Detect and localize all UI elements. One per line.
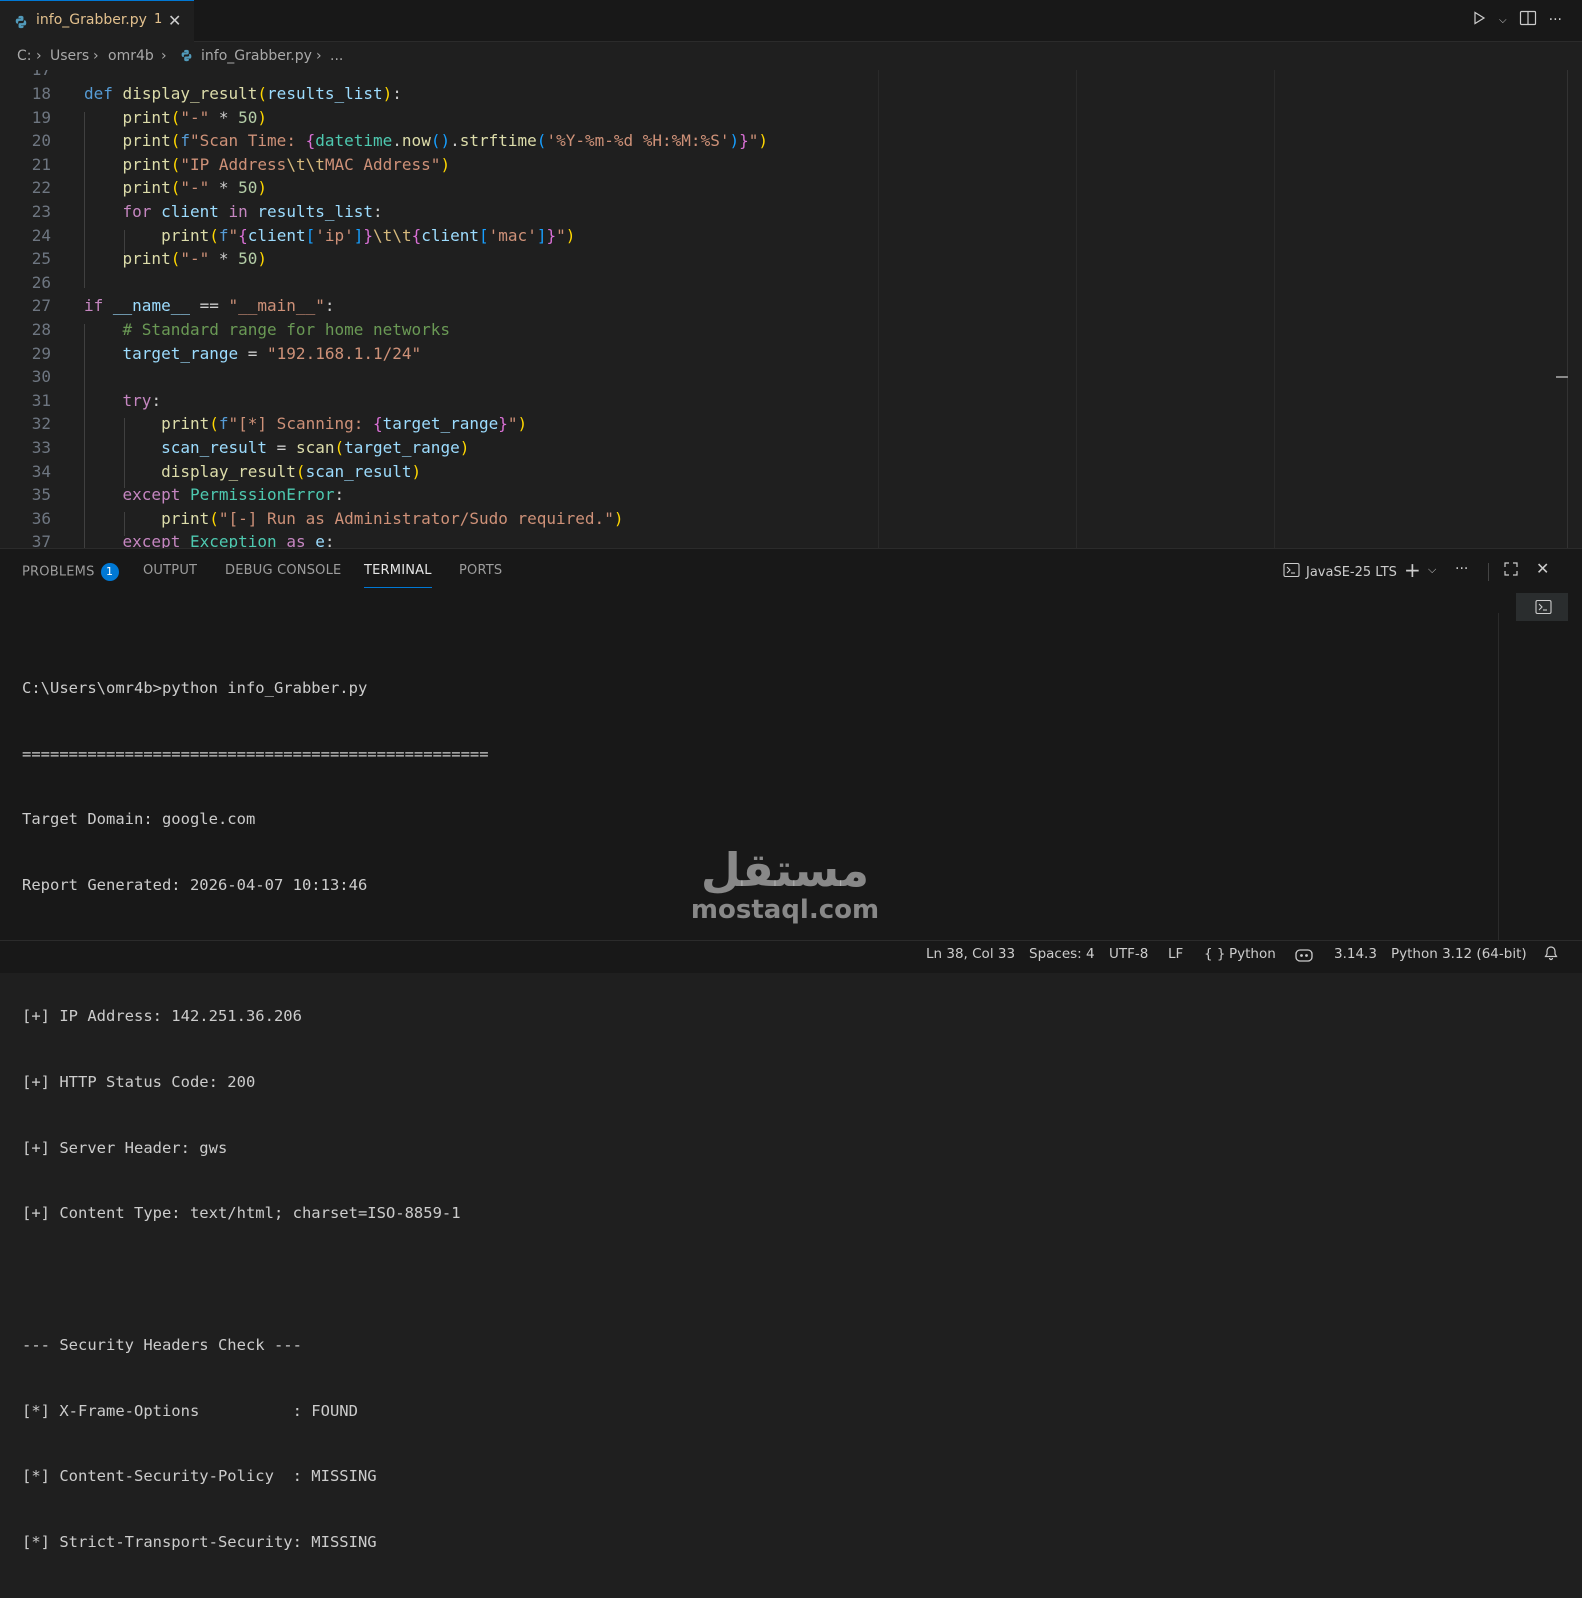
terminal-line: C:\Users\omr4b>python info_Grabber.py	[22, 678, 368, 697]
terminal-line: [*] X-Frame-Options : FOUND	[22, 1401, 358, 1420]
code-line: 30	[31, 367, 51, 387]
status-cursor-position[interactable]: Ln 38, Col 33	[926, 946, 1015, 962]
tab-problems[interactable]: PROBLEMS 1	[22, 563, 119, 581]
status-bar: Ln 38, Col 33 Spaces: 4 UTF-8 LF { } Pyt…	[0, 940, 1582, 973]
tab-bar: info_Grabber.py 1 ✕ ⌵ ···	[0, 0, 1582, 42]
code-line: 35 except PermissionError:	[31, 485, 345, 505]
chevron-right-icon: ›	[316, 48, 322, 64]
close-icon[interactable]: ✕	[168, 11, 181, 30]
tab-output[interactable]: OUTPUT	[143, 563, 197, 578]
code-line: 36 print("[-] Run as Administrator/Sudo …	[31, 508, 624, 528]
code-line: 22 print("-" * 50)	[31, 178, 268, 198]
breadcrumb: C: › Users › omr4b › info_Grabber.py › .…	[0, 42, 1582, 70]
breadcrumb-file[interactable]: info_Grabber.py	[201, 48, 312, 64]
code-line: 29 target_range = "192.168.1.1/24"	[31, 343, 422, 363]
tab-info-grabber[interactable]: info_Grabber.py 1 ✕	[0, 0, 194, 42]
terminal-line: [+] Content Type: text/html; charset=ISO…	[22, 1204, 461, 1223]
breadcrumb-users[interactable]: Users	[50, 48, 89, 64]
tab-label: info_Grabber.py	[36, 12, 147, 28]
close-panel-icon[interactable]: ✕	[1536, 559, 1549, 578]
code-line: 18 def display_result(results_list):	[31, 84, 402, 103]
tab-debug-console[interactable]: DEBUG CONSOLE	[225, 563, 341, 578]
chevron-down-icon[interactable]: ⌵	[1428, 563, 1436, 577]
terminal-profile-label[interactable]: JavaSE-25 LTS	[1306, 565, 1397, 580]
terminal-icon	[1283, 562, 1300, 582]
status-encoding[interactable]: UTF-8	[1109, 946, 1148, 962]
tab-terminal[interactable]: TERMINAL	[364, 563, 432, 588]
code-line: 25 print("-" * 50)	[31, 249, 268, 269]
code-line: 19 print("-" * 50)	[31, 107, 268, 127]
terminal-line: [+] Server Header: gws	[22, 1138, 228, 1157]
split-editor-icon[interactable]	[1519, 10, 1537, 30]
code-line: 28 # Standard range for home networks	[31, 320, 451, 339]
code-line: 17	[0, 70, 1560, 82]
terminal-line: [*] Strict-Transport-Security: MISSING	[22, 1532, 377, 1551]
chevron-right-icon: ›	[93, 48, 99, 64]
more-actions-icon[interactable]: ···	[1549, 12, 1562, 28]
code-line: 37 except Exception as e:	[31, 532, 335, 548]
code-line: 27 if __name__ == "__main__":	[31, 296, 335, 316]
bell-icon[interactable]	[1543, 945, 1559, 965]
status-eol[interactable]: LF	[1168, 946, 1183, 962]
code-editor[interactable]: 17 18def display_result(results_list): 1…	[0, 70, 1582, 548]
code-line: 24 print(f"{client['ip']}\t\t{client['ma…	[31, 225, 576, 245]
chevron-right-icon: ›	[161, 48, 167, 64]
code-line: 32 print(f"[*] Scanning: {target_range}"…	[31, 414, 528, 434]
python-file-icon	[180, 49, 193, 66]
chevron-down-icon[interactable]: ⌵	[1499, 15, 1507, 26]
tab-problem-count: 1	[154, 12, 163, 27]
status-language[interactable]: Python	[1229, 946, 1276, 962]
tab-ports[interactable]: PORTS	[459, 563, 502, 578]
terminal-line: Target Domain: google.com	[22, 810, 256, 829]
code-line: 34 display_result(scan_result)	[31, 461, 422, 481]
terminal-line: [+] HTTP Status Code: 200	[22, 1073, 256, 1092]
code-line: 20 print(f"Scan Time: {datetime.now().st…	[31, 131, 769, 151]
status-interpreter[interactable]: Python 3.12 (64-bit)	[1391, 946, 1527, 962]
code-line: 26	[31, 272, 51, 292]
terminal-line: ========================================…	[22, 744, 489, 763]
terminal-output[interactable]: C:\Users\omr4b>python info_Grabber.py ==…	[22, 634, 489, 1598]
maximize-panel-icon[interactable]	[1503, 561, 1519, 581]
add-terminal-icon[interactable]: +	[1404, 558, 1421, 582]
terminal-icon	[1535, 599, 1552, 619]
terminal-line: [*] Content-Security-Policy : MISSING	[22, 1467, 377, 1486]
code-line: 33 scan_result = scan(target_range)	[31, 438, 470, 457]
chevron-right-icon: ›	[36, 48, 42, 64]
run-icon[interactable]	[1471, 10, 1487, 30]
terminal-line: --- Security Headers Check ---	[22, 1335, 302, 1354]
python-file-icon	[14, 14, 28, 33]
code-line: 21 print("IP Address\t\tMAC Address")	[31, 154, 451, 174]
status-indentation[interactable]: Spaces: 4	[1029, 946, 1095, 962]
mostaql-watermark: مستقل mostaql.com	[690, 843, 880, 925]
terminal-line: Report Generated: 2026-04-07 10:13:46	[22, 875, 368, 894]
status-version[interactable]: 3.14.3	[1334, 946, 1377, 962]
code-line: 31 try:	[31, 390, 162, 410]
problems-badge: 1	[100, 563, 119, 581]
terminal-list-item[interactable]	[1516, 593, 1568, 621]
breadcrumb-drive[interactable]: C:	[17, 48, 32, 64]
terminal-line: [+] IP Address: 142.251.36.206	[22, 1007, 302, 1026]
more-actions-icon[interactable]: ···	[1455, 561, 1468, 577]
breadcrumb-user[interactable]: omr4b	[108, 48, 154, 64]
copilot-icon[interactable]	[1294, 947, 1314, 967]
code-line: 23 for client in results_list:	[31, 202, 383, 221]
breadcrumb-more[interactable]: ...	[330, 48, 343, 64]
braces-icon: { }	[1204, 946, 1226, 962]
